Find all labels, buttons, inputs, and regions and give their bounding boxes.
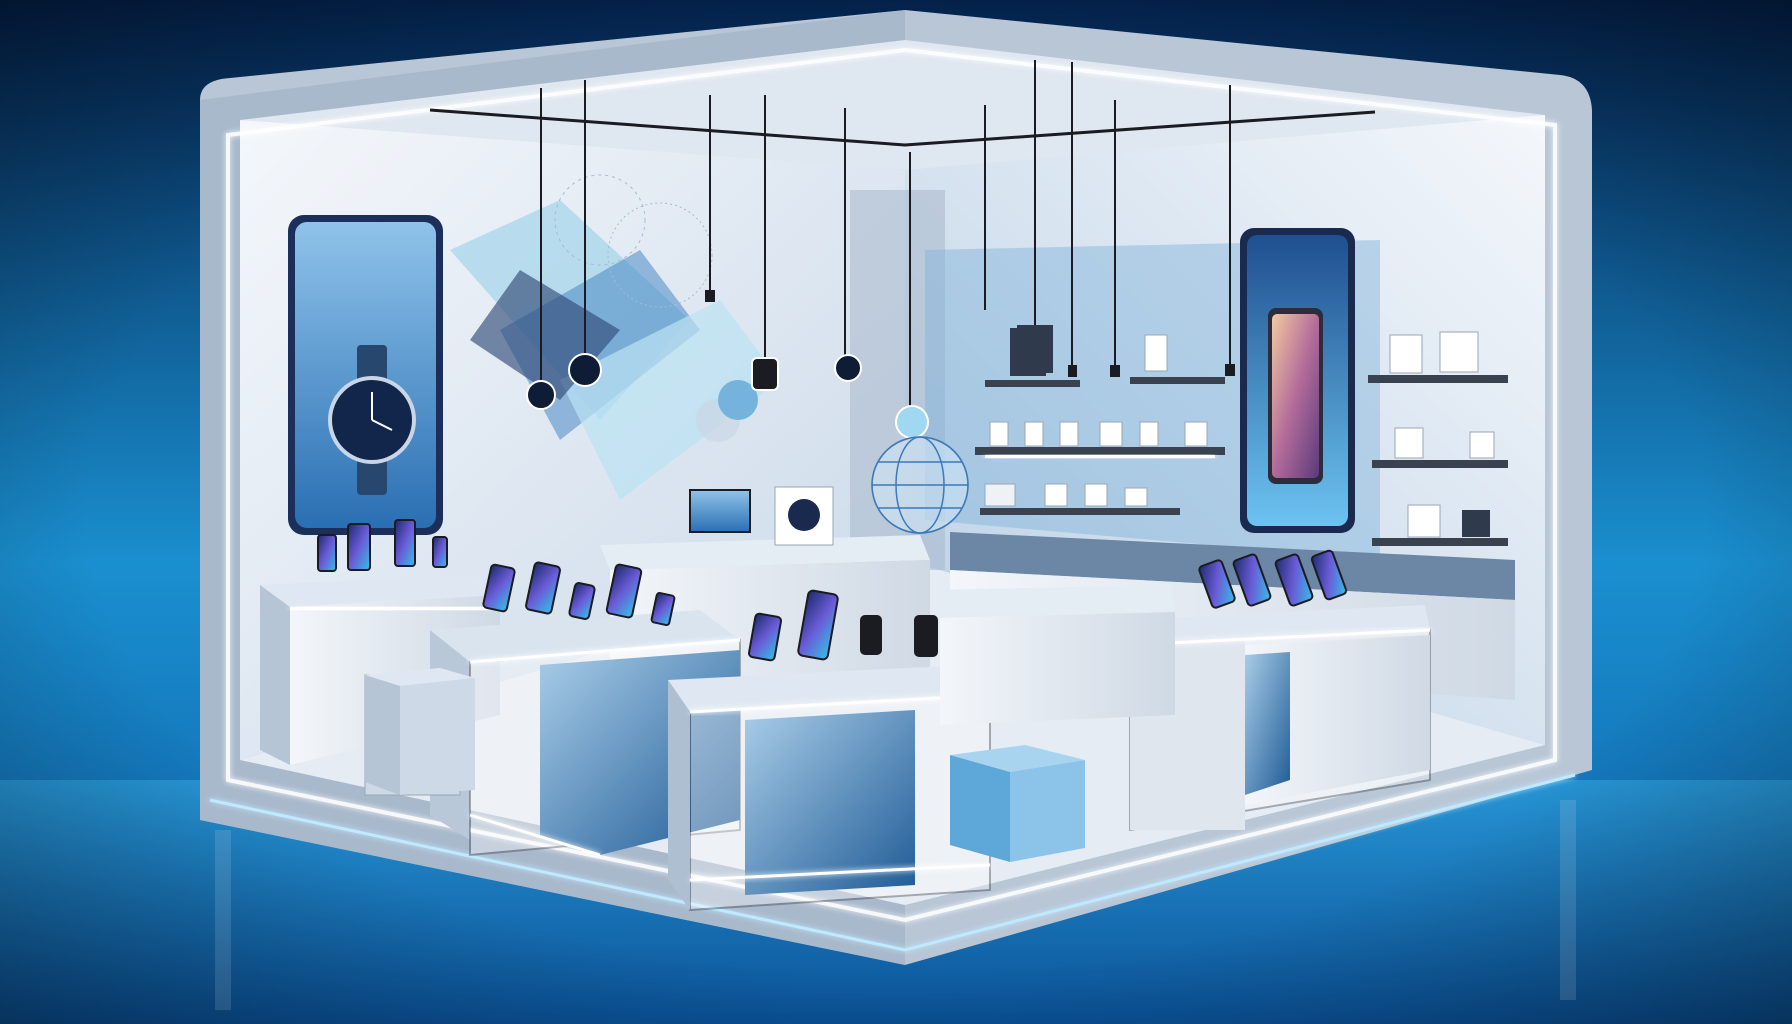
showroom-illustration — [0, 0, 1792, 1024]
counter-middle-right — [935, 585, 1175, 725]
floor-cube-front — [950, 745, 1085, 862]
reflection-strip-left — [215, 830, 231, 1010]
globe-sculpture — [871, 436, 969, 534]
smartphone-icon — [1268, 308, 1323, 484]
reflection-strip-right — [1560, 800, 1576, 1000]
watch-poster — [288, 215, 443, 535]
floor-cube-left — [365, 668, 475, 795]
showroom-scene — [0, 0, 1792, 1024]
phone-poster — [1240, 228, 1355, 533]
